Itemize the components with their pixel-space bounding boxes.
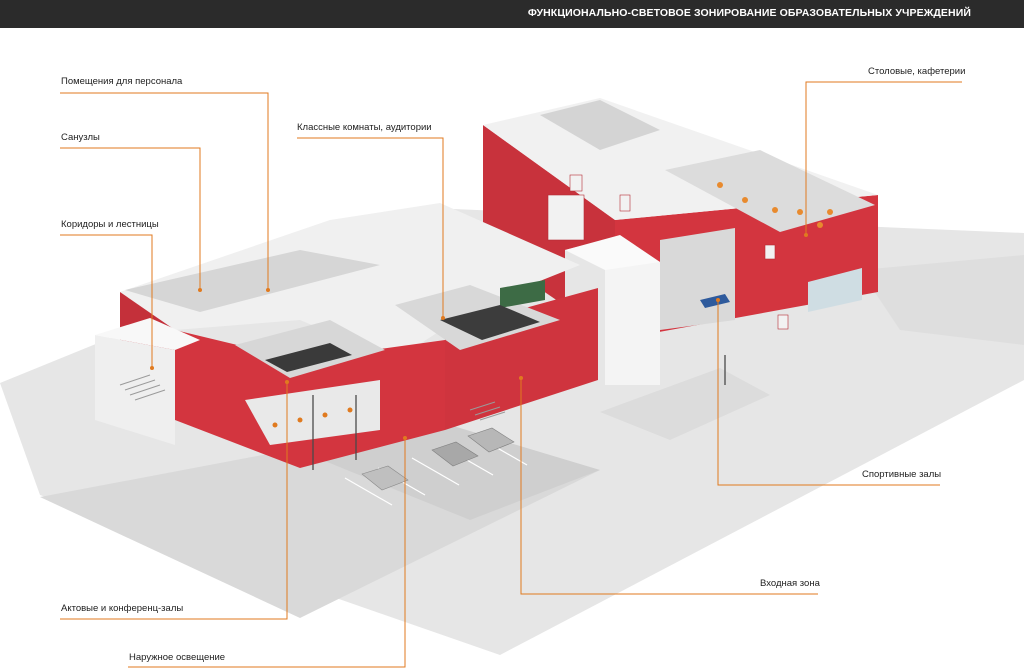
label-toilets: Санузлы	[61, 132, 100, 143]
label-staff-rooms: Помещения для персонала	[61, 76, 183, 87]
sports-hall-opening	[660, 228, 735, 330]
label-canteen: Столовые, кафетерии	[868, 66, 966, 77]
label-assembly-halls: Актовые и конференц-залы	[61, 603, 184, 614]
label-outdoor-lighting: Наружное освещение	[129, 652, 226, 663]
school-building-illustration	[0, 81, 1024, 668]
label-corridors: Коридоры и лестницы	[61, 219, 159, 230]
label-entrance: Входная зона	[760, 578, 820, 589]
label-classrooms: Классные комнаты, аудитории	[297, 122, 432, 133]
label-sports-halls: Спортивные залы	[862, 469, 942, 480]
